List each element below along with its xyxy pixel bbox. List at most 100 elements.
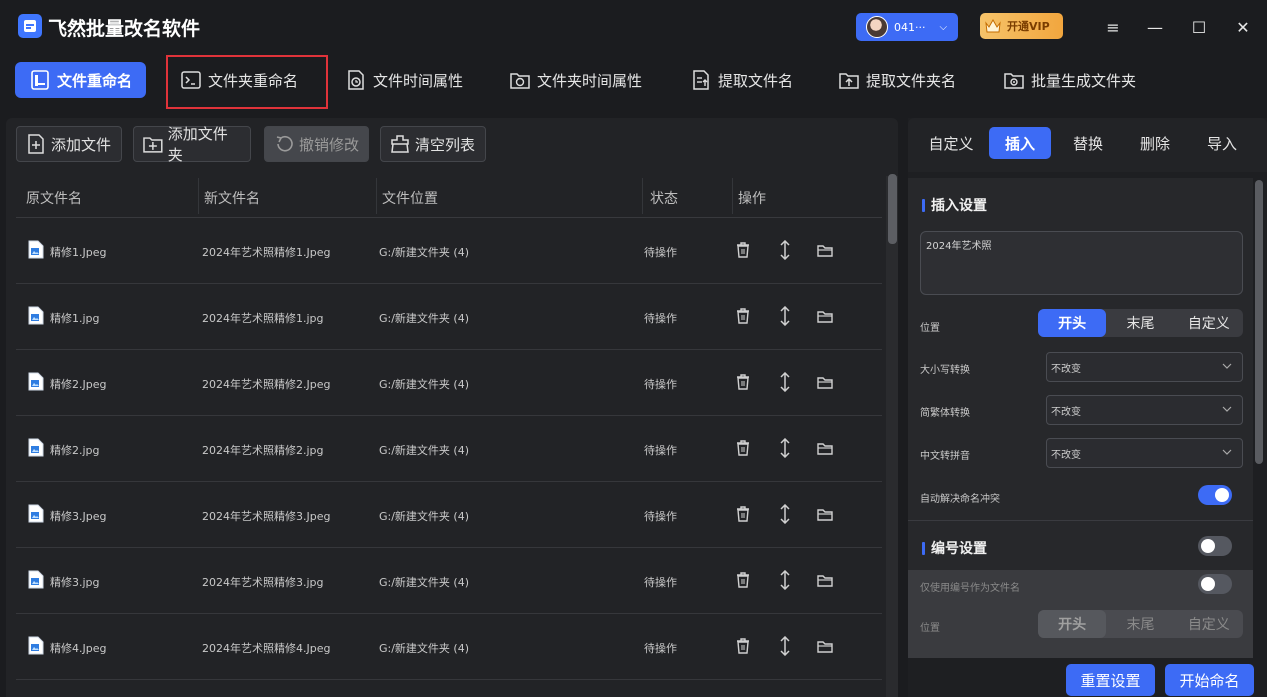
table-row[interactable]: 精修1.jpg 2024年艺术照精修1.jpg G:/新建文件夹 (4) 待操作 bbox=[16, 284, 882, 350]
move-icon[interactable] bbox=[776, 239, 794, 261]
move-icon[interactable] bbox=[776, 371, 794, 393]
tab-folder-rename[interactable]: 文件夹重命名 bbox=[180, 62, 298, 98]
trash-icon[interactable] bbox=[734, 306, 752, 326]
move-icon[interactable] bbox=[776, 305, 794, 327]
column-divider[interactable] bbox=[198, 178, 199, 214]
table-header: 原文件名 新文件名 文件位置 状态 操作 bbox=[16, 176, 882, 218]
clear-list-button[interactable]: 清空列表 bbox=[380, 126, 486, 162]
case-label: 大小写转换 bbox=[920, 365, 970, 376]
column-divider[interactable] bbox=[376, 178, 377, 214]
rule-tab-replace[interactable]: 替换 bbox=[1056, 127, 1120, 159]
app-window: 飞然批量改名软件 041··· ⌵ 开通VIP ≡ — ☐ ✕ 文件重命名 文件… bbox=[0, 0, 1267, 697]
trash-icon[interactable] bbox=[734, 372, 752, 392]
status-cell: 待操作 bbox=[644, 312, 677, 325]
rule-tab-custom[interactable]: 自定义 bbox=[918, 127, 984, 159]
trash-icon[interactable] bbox=[734, 438, 752, 458]
trash-icon[interactable] bbox=[734, 504, 752, 524]
move-icon[interactable] bbox=[776, 635, 794, 657]
tab-file-rename[interactable]: 文件重命名 bbox=[15, 62, 147, 98]
app-title: 飞然批量改名软件 bbox=[48, 18, 201, 40]
location-cell: G:/新建文件夹 (4) bbox=[379, 246, 470, 259]
add-file-button[interactable]: 添加文件 bbox=[16, 126, 122, 162]
table-row[interactable]: 精修4.Jpeg 2024年艺术照精修4.Jpeg G:/新建文件夹 (4) 待操作 bbox=[16, 614, 882, 680]
avatar bbox=[866, 16, 888, 38]
move-icon[interactable] bbox=[776, 569, 794, 591]
open-folder-icon[interactable] bbox=[816, 372, 834, 392]
generate-folder-icon bbox=[1004, 73, 1024, 89]
table-row[interactable]: 精修2.Jpeg 2024年艺术照精修2.Jpeg G:/新建文件夹 (4) 待操作 bbox=[16, 350, 882, 416]
numbering-position-segmented: 开头 末尾 自定义 bbox=[1038, 610, 1243, 638]
trash-icon[interactable] bbox=[734, 240, 752, 260]
position-end[interactable]: 末尾 bbox=[1106, 309, 1174, 337]
undo-icon bbox=[276, 135, 293, 152]
table-row[interactable]: 精修3.Jpeg 2024年艺术照精修3.Jpeg G:/新建文件夹 (4) 待操作 bbox=[16, 482, 882, 548]
table-row[interactable]: 精修3.jpg 2024年艺术照精修3.jpg G:/新建文件夹 (4) 待操作 bbox=[16, 548, 882, 614]
open-folder-icon[interactable] bbox=[816, 570, 834, 590]
pinyin-select[interactable]: 不改变 bbox=[1046, 438, 1243, 468]
numbering-position-start[interactable]: 开头 bbox=[1038, 610, 1107, 638]
minimize-icon[interactable]: — bbox=[1142, 14, 1168, 40]
tab-label: 文件夹时间属性 bbox=[537, 71, 643, 90]
position-label: 位置 bbox=[920, 323, 940, 334]
col-status[interactable]: 状态 bbox=[650, 188, 678, 208]
main-tab-bar: 文件重命名 文件夹重命名 文件时间属性 文件夹时间属性 提取文件名 提取文件夹名… bbox=[0, 54, 1267, 108]
col-location[interactable]: 文件位置 bbox=[382, 188, 438, 208]
original-name-cell: 精修1.Jpeg bbox=[50, 246, 107, 259]
trash-icon[interactable] bbox=[734, 636, 752, 656]
move-icon[interactable] bbox=[776, 437, 794, 459]
numbering-position-end[interactable]: 末尾 bbox=[1106, 610, 1174, 638]
new-name-cell: 2024年艺术照精修4.Jpeg bbox=[202, 642, 331, 655]
chevron-down-icon bbox=[1222, 449, 1232, 455]
maximize-icon[interactable]: ☐ bbox=[1186, 14, 1212, 40]
reset-settings-button[interactable]: 重置设置 bbox=[1066, 664, 1155, 696]
open-folder-icon[interactable] bbox=[816, 504, 834, 524]
tab-file-time[interactable]: 文件时间属性 bbox=[345, 62, 463, 98]
tab-folder-time[interactable]: 文件夹时间属性 bbox=[509, 62, 642, 98]
column-divider[interactable] bbox=[732, 178, 733, 214]
vip-button[interactable]: 开通VIP bbox=[980, 13, 1063, 39]
vip-label: 开通VIP bbox=[1007, 20, 1050, 33]
insert-text-input[interactable]: 2024年艺术照 bbox=[920, 231, 1243, 295]
image-file-icon bbox=[28, 306, 44, 325]
trash-icon[interactable] bbox=[734, 570, 752, 590]
tab-extract-filename[interactable]: 提取文件名 bbox=[690, 62, 793, 98]
numbering-position-custom[interactable]: 自定义 bbox=[1175, 610, 1243, 638]
table-row[interactable]: 精修2.jpg 2024年艺术照精修2.jpg G:/新建文件夹 (4) 待操作 bbox=[16, 416, 882, 482]
close-icon[interactable]: ✕ bbox=[1230, 14, 1256, 40]
move-icon[interactable] bbox=[776, 503, 794, 525]
position-start[interactable]: 开头 bbox=[1038, 309, 1107, 337]
list-scrollbar-track[interactable] bbox=[886, 176, 898, 697]
numbering-settings-title: 编号设置 bbox=[922, 538, 987, 558]
terminal-folder-icon bbox=[181, 71, 201, 89]
menu-icon[interactable]: ≡ bbox=[1100, 14, 1126, 40]
open-folder-icon[interactable] bbox=[816, 306, 834, 326]
rule-tab-insert[interactable]: 插入 bbox=[989, 127, 1051, 159]
tab-batch-create-folder[interactable]: 批量生成文件夹 bbox=[1003, 62, 1136, 98]
col-new-name[interactable]: 新文件名 bbox=[204, 188, 260, 208]
position-custom[interactable]: 自定义 bbox=[1175, 309, 1243, 337]
rule-tab-delete[interactable]: 删除 bbox=[1123, 127, 1187, 159]
numbering-toggle[interactable] bbox=[1198, 536, 1232, 556]
file-rename-icon bbox=[31, 70, 49, 90]
settings-panel: 自定义 插入 替换 删除 导入 插入设置 2024年艺术照 位置 开头 末尾 自… bbox=[908, 118, 1267, 697]
undo-button[interactable]: 撤销修改 bbox=[264, 126, 369, 162]
settings-scrollbar-thumb[interactable] bbox=[1255, 180, 1263, 464]
traditional-select[interactable]: 不改变 bbox=[1046, 395, 1243, 425]
column-divider[interactable] bbox=[642, 178, 643, 214]
open-folder-icon[interactable] bbox=[816, 240, 834, 260]
rule-tab-import[interactable]: 导入 bbox=[1190, 127, 1254, 159]
add-file-icon bbox=[28, 134, 44, 154]
add-folder-button[interactable]: 添加文件夹 bbox=[133, 125, 251, 164]
open-folder-icon[interactable] bbox=[816, 636, 834, 656]
conflict-toggle[interactable] bbox=[1198, 485, 1232, 505]
table-row[interactable]: 精修1.Jpeg 2024年艺术照精修1.Jpeg G:/新建文件夹 (4) 待操作 bbox=[16, 218, 882, 284]
col-original-name[interactable]: 原文件名 bbox=[26, 188, 82, 208]
start-rename-button[interactable]: 开始命名 bbox=[1165, 664, 1254, 696]
status-cell: 待操作 bbox=[644, 510, 677, 523]
only-number-toggle[interactable] bbox=[1198, 574, 1232, 594]
open-folder-icon[interactable] bbox=[816, 438, 834, 458]
user-account-button[interactable]: 041··· ⌵ bbox=[856, 13, 958, 41]
list-scrollbar-thumb[interactable] bbox=[888, 174, 897, 244]
case-select[interactable]: 不改变 bbox=[1046, 352, 1243, 382]
tab-extract-foldername[interactable]: 提取文件夹名 bbox=[838, 62, 956, 98]
